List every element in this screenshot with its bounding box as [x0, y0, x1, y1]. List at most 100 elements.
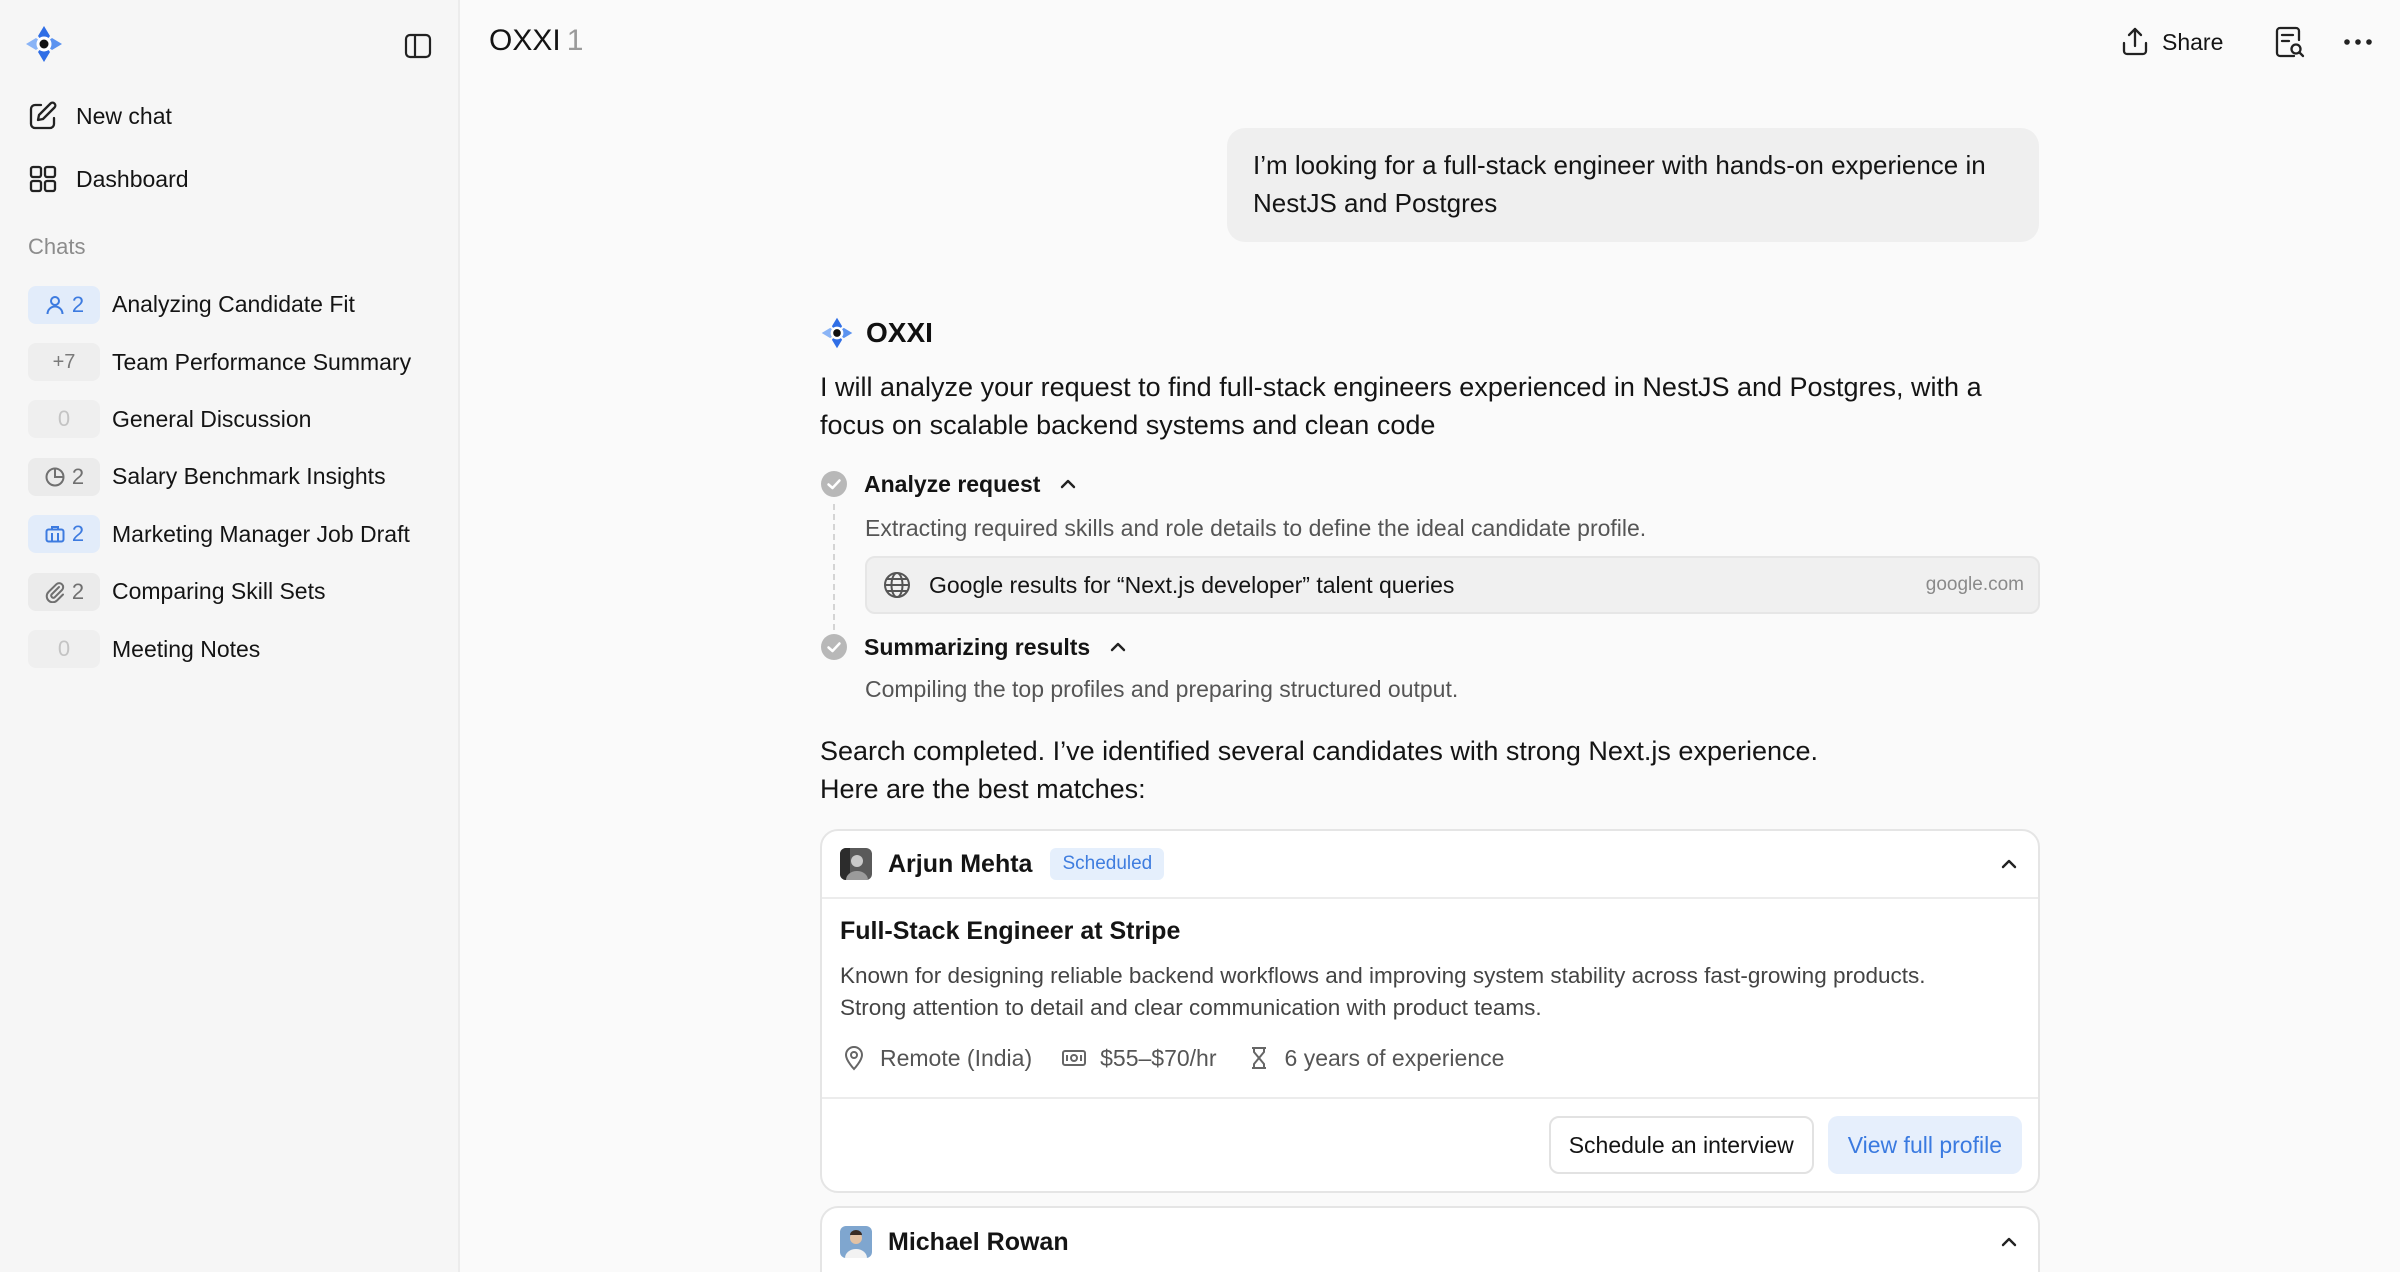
chat-badge-count: 2 [71, 521, 85, 547]
step-analyze-request[interactable]: Analyze request [820, 470, 1080, 498]
chat-badge: 2 [28, 457, 100, 496]
chat-label: Meeting Notes [112, 635, 261, 662]
avatar [840, 1226, 872, 1258]
document-search-icon[interactable] [2272, 24, 2306, 60]
chat-badge-count: 2 [71, 578, 85, 604]
briefcase-icon [44, 523, 66, 545]
chat-label: General Discussion [112, 405, 312, 432]
step-title: Summarizing results [864, 633, 1091, 660]
chat-label: Salary Benchmark Insights [112, 463, 386, 490]
view-full-profile-button[interactable]: View full profile [1827, 1116, 2022, 1174]
search-result-summary: Search completed. I’ve identified severa… [820, 732, 2040, 808]
candidate-location: Remote (India) [880, 1044, 1033, 1071]
description-line: Strong attention to detail and clear com… [840, 995, 1542, 1020]
new-chat-button[interactable]: New chat [26, 92, 172, 140]
candidate-role: Full-Stack Engineer at Stripe [840, 917, 1181, 945]
candidate-card-header[interactable]: Arjun Mehta Scheduled [822, 831, 2038, 899]
status-badge: Scheduled [1050, 848, 1165, 880]
rate-meta: $55–$70/hr [1060, 1044, 1217, 1072]
chat-badge: 0 [28, 400, 100, 439]
description-line: Known for designing reliable backend wor… [840, 963, 1926, 988]
step-description: Extracting required skills and role deta… [865, 515, 1647, 541]
chevron-up-icon[interactable] [1106, 635, 1130, 659]
assistant-intro-text: I will analyze your request to find full… [820, 372, 1982, 440]
chat-badge: 2 [28, 515, 100, 554]
globe-icon [881, 569, 913, 601]
chat-list: 2 Analyzing Candidate Fit +7 Team Perfor… [28, 276, 438, 678]
candidate-card-actions: Schedule an interview View full profile [822, 1099, 2038, 1191]
chat-item-analyzing-candidate-fit[interactable]: 2 Analyzing Candidate Fit [28, 276, 438, 333]
candidate-rate: $55–$70/hr [1100, 1044, 1217, 1071]
candidate-card-header[interactable]: Michael Rowan [822, 1208, 2038, 1272]
candidate-card: Arjun Mehta Scheduled Full-Stack Enginee… [820, 829, 2040, 1193]
chevron-up-icon[interactable] [1996, 1229, 2022, 1255]
source-result[interactable]: Google results for “Next.js developer” t… [865, 556, 2040, 614]
result-line: Search completed. I’ve identified severa… [820, 736, 1819, 766]
chat-item-salary-benchmark-insights[interactable]: 2 Salary Benchmark Insights [28, 448, 438, 505]
money-icon [1060, 1044, 1100, 1072]
more-options-icon[interactable] [2340, 26, 2376, 58]
candidate-name: Arjun Mehta [888, 849, 1033, 878]
chat-badge: 2 [28, 285, 100, 324]
chat-badge: 2 [28, 572, 100, 611]
source-title: Google results for “Next.js developer” t… [929, 571, 1455, 598]
hourglass-icon [1245, 1044, 1285, 1072]
result-line: Here are the best matches: [820, 774, 1146, 804]
sidebar-toggle-icon[interactable] [402, 30, 434, 62]
schedule-interview-button[interactable]: Schedule an interview [1548, 1116, 1814, 1174]
chat-badge-count: 0 [57, 636, 71, 662]
check-circle-icon [820, 470, 848, 498]
chat-label: Analyzing Candidate Fit [112, 291, 355, 318]
chat-item-team-performance-summary[interactable]: +7 Team Performance Summary [28, 333, 438, 390]
pie-chart-icon [44, 466, 66, 488]
candidate-meta: Remote (India) $55–$70/hr 6 years of exp… [840, 1044, 2020, 1072]
assistant-header: OXXI [820, 316, 933, 350]
page-title-text: OXXI [489, 24, 561, 57]
chat-item-general-discussion[interactable]: 0 General Discussion [28, 391, 438, 448]
edit-icon [26, 99, 60, 133]
chat-badge-count: +7 [52, 350, 76, 373]
source-domain: google.com [1925, 574, 2024, 595]
candidate-description: Known for designing reliable backend wor… [840, 960, 2020, 1024]
check-circle-icon [820, 633, 848, 661]
share-button[interactable]: Share [2118, 22, 2223, 62]
chat-badge: +7 [28, 343, 100, 382]
step-title: Analyze request [864, 470, 1041, 497]
chats-heading: Chats [28, 234, 86, 259]
chat-badge: 0 [28, 630, 100, 669]
chat-badge-count: 2 [71, 463, 85, 489]
chat-label: Marketing Manager Job Draft [112, 520, 410, 547]
candidate-card: Michael Rowan [820, 1206, 2040, 1272]
dashboard-label: Dashboard [76, 165, 189, 192]
assistant-name: OXXI [866, 317, 933, 348]
sidebar: New chat Dashboard Chats 2 Analyzing Can… [0, 0, 460, 1272]
oxxi-logo-icon[interactable] [24, 24, 64, 64]
location-meta: Remote (India) [840, 1044, 1032, 1072]
user-message-bubble: I’m looking for a full-stack engineer wi… [1227, 128, 2039, 242]
candidate-name: Michael Rowan [888, 1227, 1069, 1256]
grid-icon [26, 162, 60, 196]
avatar [840, 848, 872, 880]
chat-item-meeting-notes[interactable]: 0 Meeting Notes [28, 620, 438, 677]
share-label: Share [2162, 28, 2224, 55]
chevron-up-icon[interactable] [1056, 472, 1080, 496]
new-chat-label: New chat [76, 102, 172, 129]
page-title: OXXI 1 [489, 24, 583, 58]
chat-item-marketing-manager-job-draft[interactable]: 2 Marketing Manager Job Draft [28, 506, 438, 563]
candidate-experience: 6 years of experience [1284, 1044, 1505, 1071]
step-description: Compiling the top profiles and preparing… [865, 676, 1459, 702]
paperclip-icon [44, 581, 66, 603]
step-connector [833, 504, 835, 630]
step-summarizing-results[interactable]: Summarizing results [820, 633, 1130, 661]
oxxi-assistant-icon [820, 316, 866, 350]
chat-label: Team Performance Summary [112, 348, 412, 375]
chat-badge-count: 0 [57, 406, 71, 432]
chat-item-comparing-skill-sets[interactable]: 2 Comparing Skill Sets [28, 563, 438, 620]
chevron-up-icon[interactable] [1996, 851, 2022, 877]
share-icon [2118, 25, 2162, 59]
user-icon [44, 294, 66, 316]
experience-meta: 6 years of experience [1245, 1044, 1505, 1072]
chat-label: Comparing Skill Sets [112, 578, 326, 605]
dashboard-nav-item[interactable]: Dashboard [26, 155, 189, 203]
page-title-count: 1 [566, 24, 584, 57]
